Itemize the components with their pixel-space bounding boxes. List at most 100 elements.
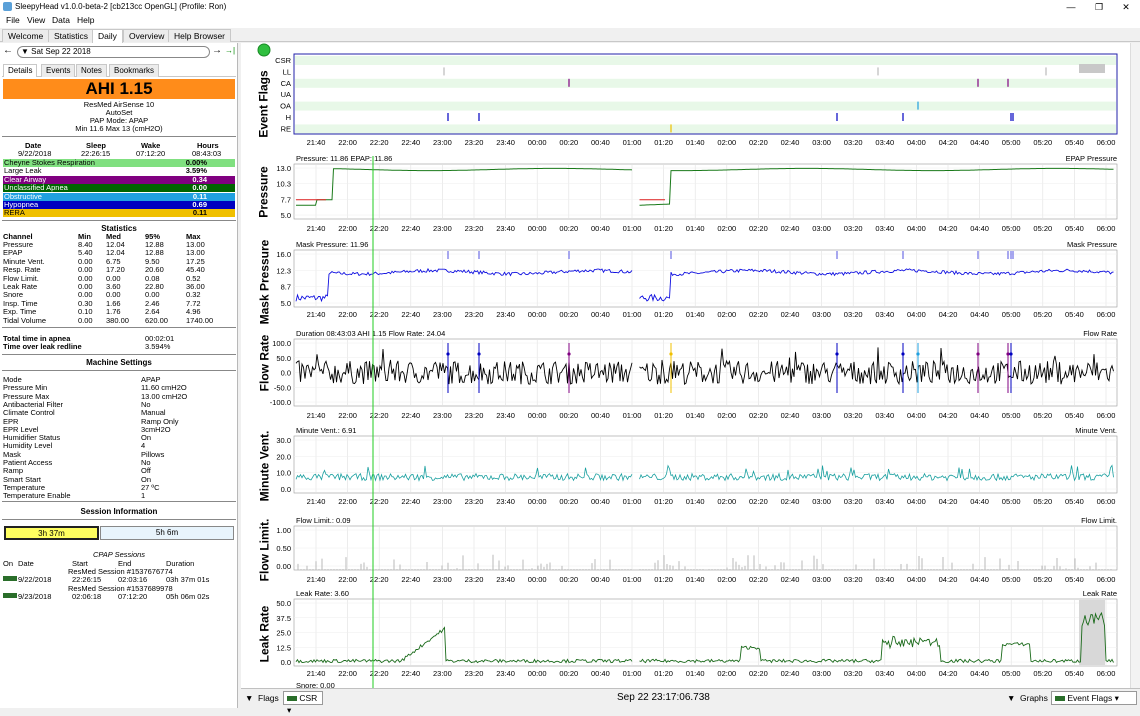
pressure-range: Min 11.6 Max 13 (cmH2O) — [75, 124, 163, 133]
tab-statistics[interactable]: Statistics — [48, 29, 95, 42]
time-tick-label: 05:20 — [1033, 310, 1052, 319]
time-tick-label: 05:00 — [1002, 669, 1021, 678]
session-enabled-toggle[interactable] — [3, 576, 17, 581]
time-tick-label: 23:40 — [496, 497, 515, 506]
flag-row-band — [295, 101, 1116, 111]
time-tick-label: 02:20 — [749, 669, 768, 678]
time-tick-label: 03:20 — [844, 224, 863, 233]
time-tick-label: 05:40 — [1065, 497, 1084, 506]
session-enabled-toggle[interactable] — [3, 593, 17, 598]
session-end: 07:12:20 — [118, 592, 148, 601]
time-tick-label: 01:00 — [623, 575, 642, 584]
time-tick-label: 03:00 — [812, 224, 831, 233]
window-titlebar: SleepyHead v1.0.0-beta-2 [cb213cc OpenGL… — [0, 0, 1140, 14]
time-tick-label: 21:40 — [307, 575, 326, 584]
pin-icon[interactable] — [257, 43, 271, 57]
event-index-row[interactable]: Unclassified Apnea 0.00 — [3, 183, 235, 193]
event-index-label: RERA — [4, 208, 25, 218]
event-index-row[interactable]: RERA 0.11 — [3, 208, 235, 218]
time-tick-label: 00:40 — [591, 575, 610, 584]
time-tick-label: 06:00 — [1097, 138, 1116, 147]
graphs-dropdown-icon[interactable]: ▼ — [1007, 693, 1015, 703]
divider — [2, 501, 236, 502]
time-tick-label: 02:40 — [781, 224, 800, 233]
time-tick-label: 02:40 — [781, 669, 800, 678]
time-tick-label: 02:00 — [717, 575, 736, 584]
plot-area[interactable] — [293, 163, 1118, 220]
time-tick-label: 06:00 — [1097, 411, 1116, 420]
ahi-banner: AHI 1.15 — [3, 79, 235, 99]
flags-select[interactable]: CSR ▾ — [283, 691, 323, 715]
divider — [2, 370, 236, 371]
subtab-bookmarks[interactable]: Bookmarks — [109, 64, 160, 77]
tab-daily[interactable]: Daily — [92, 29, 123, 43]
flags-dropdown-icon[interactable]: ▼ — [245, 693, 253, 703]
time-tick-label: 02:40 — [781, 411, 800, 420]
time-tick-label: 23:00 — [433, 411, 452, 420]
close-button[interactable]: ✕ — [1112, 0, 1140, 14]
subtab-events[interactable]: Events — [41, 64, 76, 77]
time-tick-label: 22:00 — [338, 575, 357, 584]
time-tick-label: 04:20 — [939, 575, 958, 584]
session-bar-2[interactable]: 5h 6m — [100, 526, 234, 540]
minimize-button[interactable]: — — [1057, 0, 1085, 14]
time-tick-label: 04:20 — [939, 669, 958, 678]
time-tick-label: 05:20 — [1033, 224, 1052, 233]
summary-wake: 07:12:20 — [136, 149, 166, 158]
tab-welcome[interactable]: Welcome — [2, 29, 50, 42]
event-flags-area[interactable] — [293, 53, 1118, 135]
time-tick-label: 23:40 — [496, 310, 515, 319]
time-tick-label: 00:40 — [591, 411, 610, 420]
session-bar-1[interactable]: 3h 37m — [4, 526, 99, 540]
tab-overview[interactable]: Overview — [123, 29, 171, 42]
session-start: 22:26:15 — [72, 575, 102, 584]
graphs-select[interactable]: Event Flags ▾ — [1051, 691, 1137, 705]
menu-file[interactable]: File — [6, 15, 20, 25]
time-tick-label: 06:00 — [1097, 497, 1116, 506]
time-tick-label: 22:40 — [401, 411, 420, 420]
time-tick-label: 03:00 — [812, 138, 831, 147]
graph-header-text: Leak Rate: 3.60 — [296, 589, 349, 598]
y-tick-label: 7.7 — [281, 195, 291, 204]
tab-help-browser[interactable]: Help Browser — [168, 29, 232, 42]
time-tick-label: 02:20 — [749, 224, 768, 233]
time-tick-label: 21:40 — [307, 138, 326, 147]
time-tick-label: 23:00 — [433, 497, 452, 506]
graphs-canvas[interactable]: CSR LL CA UA OA H RE 21:40 22:00 22:20 22:40 23:00 2… — [241, 43, 1140, 688]
y-tick-label: 10.3 — [276, 180, 291, 189]
session-header-on: On — [3, 559, 14, 568]
flag-row-label: OA — [280, 102, 291, 111]
subtab-notes[interactable]: Notes — [76, 64, 107, 77]
subtab-details[interactable]: Details — [3, 64, 38, 77]
graphs-select-value: Event Flags — [1067, 693, 1113, 703]
plot-area[interactable] — [293, 249, 1118, 308]
event-index-value: 0.00 — [192, 183, 207, 193]
flow-event-dot — [669, 352, 673, 356]
graph-legend: Minute Vent. — [1075, 426, 1117, 435]
last-day-button[interactable]: →| — [224, 45, 236, 58]
plot-area[interactable] — [293, 435, 1118, 494]
prev-day-button[interactable]: ← — [2, 45, 14, 58]
next-day-button[interactable]: → — [211, 45, 223, 58]
graph-scrollbar[interactable] — [1130, 43, 1140, 688]
stats-value: 1740.00 — [186, 315, 214, 325]
menu-view[interactable]: View — [27, 15, 45, 25]
graph-color-swatch — [1055, 696, 1065, 702]
time-tick-label: 05:20 — [1033, 138, 1052, 147]
maximize-button[interactable]: ❐ — [1085, 0, 1113, 14]
time-tick-label: 04:40 — [970, 224, 989, 233]
time-tick-label: 03:20 — [844, 575, 863, 584]
time-tick-label: 02:40 — [781, 497, 800, 506]
graph-legend: Flow Rate — [1083, 329, 1117, 338]
y-tick-label: 5.0 — [281, 211, 291, 220]
y-tick-label: 16.0 — [276, 250, 291, 259]
date-picker[interactable]: ▼ Sat Sep 22 2018 — [17, 46, 210, 58]
menu-help[interactable]: Help — [77, 15, 94, 25]
menu-data[interactable]: Data — [52, 15, 70, 25]
time-tick-label: 05:00 — [1002, 310, 1021, 319]
time-tick-label: 05:00 — [1002, 138, 1021, 147]
divider — [2, 136, 236, 137]
time-tick-label: 02:00 — [717, 138, 736, 147]
y-tick-label: 0.0 — [281, 369, 291, 378]
setting-name: Temperature Enable — [3, 491, 71, 501]
